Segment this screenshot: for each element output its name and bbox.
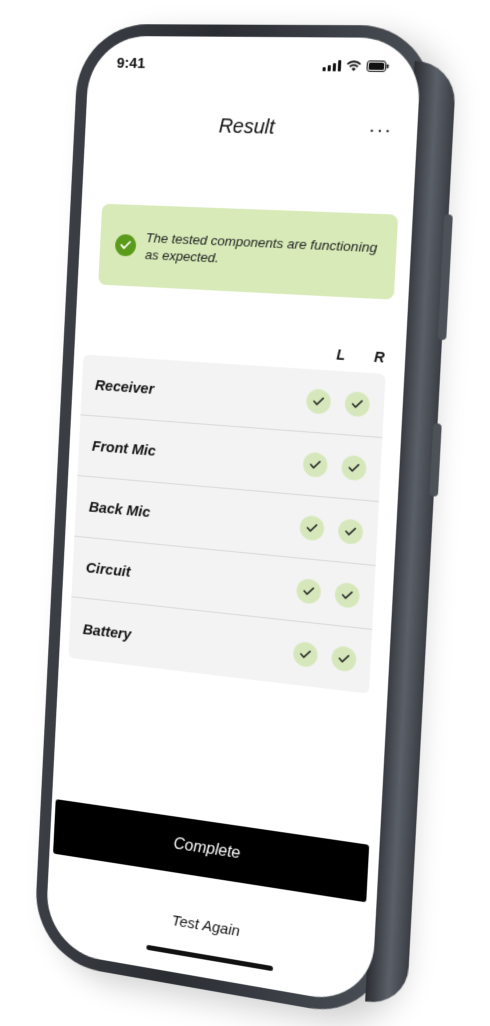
more-options-button[interactable]: ··· (368, 118, 393, 142)
device-mockup: 9:41 Result ··· The tested components ar… (0, 0, 490, 1022)
check-circle-icon (114, 233, 137, 257)
component-name: Circuit (85, 559, 131, 581)
component-name: Receiver (94, 377, 155, 398)
check-icon (341, 454, 367, 481)
column-header-left: L (336, 346, 346, 364)
home-indicator (146, 944, 274, 972)
phone-screen: 9:41 Result ··· The tested components ar… (44, 35, 423, 1007)
component-name: Battery (82, 620, 132, 643)
check-icon (292, 640, 319, 669)
check-icon (299, 514, 325, 541)
wifi-icon (346, 60, 362, 72)
phone-frame: 9:41 Result ··· The tested components ar… (32, 23, 457, 1022)
result-banner: The tested components are functioning as… (98, 203, 399, 300)
component-list: Receiver Front Mic Back Mic Circuit Batt… (68, 354, 386, 694)
component-name: Front Mic (91, 437, 157, 460)
complete-button[interactable]: Complete (53, 799, 370, 903)
status-bar: 9:41 (116, 52, 390, 77)
check-icon (334, 581, 361, 609)
nav-header: Result ··· (85, 113, 418, 151)
status-icons (322, 59, 390, 72)
check-icon (295, 577, 322, 605)
cellular-signal-icon (322, 59, 342, 71)
column-header-right: R (373, 348, 385, 366)
page-title: Result (218, 115, 276, 139)
column-headers: L R (336, 346, 385, 365)
test-again-button[interactable]: Test Again (47, 892, 375, 963)
check-icon (302, 451, 329, 478)
check-icon (331, 645, 357, 673)
battery-icon (366, 60, 389, 72)
banner-message: The tested components are functioning as… (144, 230, 378, 266)
check-icon (344, 390, 371, 417)
check-icon (305, 387, 332, 415)
status-time: 9:41 (116, 54, 146, 72)
component-name: Back Mic (88, 498, 151, 522)
check-icon (337, 517, 364, 545)
